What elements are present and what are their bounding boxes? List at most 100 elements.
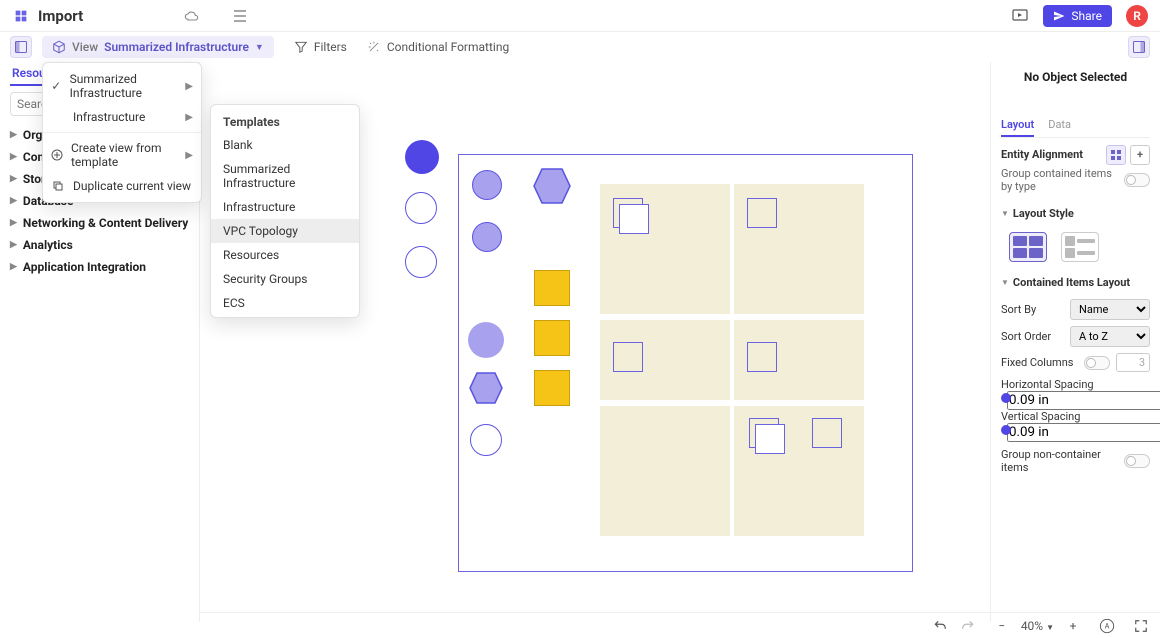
right-panel: No Object Selected Layout Data Entity Al… — [990, 62, 1160, 622]
template-summarized-infrastructure[interactable]: Summarized Infrastructure — [211, 157, 359, 195]
vertical-spacing-label: Vertical Spacing — [1001, 410, 1080, 423]
templates-dropdown: Templates Blank Summarized Infrastructur… — [210, 104, 360, 318]
filters-button[interactable]: Filters — [294, 40, 347, 54]
chevron-right-icon: ▶ — [10, 240, 17, 250]
category-networking[interactable]: ▶Networking & Content Delivery — [10, 212, 189, 234]
vertical-spacing-input[interactable] — [1007, 423, 1160, 442]
template-resources[interactable]: Resources — [211, 243, 359, 267]
create-view-from-template[interactable]: Create view from template ▶ — [43, 136, 201, 174]
zoom-in-button[interactable]: + — [1064, 617, 1082, 635]
menu-separator — [43, 132, 201, 133]
sort-order-select[interactable]: A to Z — [1070, 326, 1150, 347]
category-analytics[interactable]: ▶Analytics — [10, 234, 189, 256]
templates-header: Templates — [211, 107, 359, 133]
chevron-right-icon: ▶ — [10, 262, 17, 272]
undo-button[interactable] — [931, 617, 949, 635]
shape-square[interactable] — [755, 424, 785, 454]
view-option-summarized[interactable]: ✓ Summarized Infrastructure ▶ — [43, 67, 201, 105]
tab-data[interactable]: Data — [1048, 114, 1071, 137]
svg-text:A: A — [1105, 621, 1110, 630]
shape-square[interactable] — [534, 320, 570, 356]
shape-circle[interactable] — [468, 322, 504, 358]
template-infrastructure[interactable]: Infrastructure — [211, 195, 359, 219]
shape-square[interactable] — [613, 342, 643, 372]
shape-circle[interactable] — [472, 170, 502, 200]
shape-circle[interactable] — [405, 192, 437, 224]
triangle-down-icon: ▼ — [1001, 278, 1009, 287]
group-by-type-label: Group contained items by type — [1001, 167, 1118, 193]
template-vpc-topology[interactable]: VPC Topology — [211, 219, 359, 243]
view-option-infrastructure[interactable]: Infrastructure ▶ — [43, 105, 201, 129]
conditional-formatting-button[interactable]: Conditional Formatting — [367, 40, 509, 54]
tab-layout[interactable]: Layout — [1001, 114, 1034, 137]
zoom-out-button[interactable]: − — [993, 617, 1011, 635]
shape-square[interactable] — [747, 198, 777, 228]
no-object-label: No Object Selected — [1001, 70, 1150, 84]
view-selector[interactable]: View Summarized Infrastructure ▼ — [42, 36, 274, 58]
cube-icon — [52, 40, 66, 54]
chevron-down-icon: ▼ — [255, 42, 264, 53]
shape-circle[interactable] — [405, 140, 439, 174]
paper-plane-icon — [1053, 10, 1065, 22]
chevron-right-icon: ▶ — [185, 150, 193, 161]
hamburger-icon[interactable] — [231, 7, 249, 25]
cloud-sync-icon[interactable] — [183, 7, 201, 25]
left-panel-toggle[interactable] — [10, 36, 32, 58]
presentation-icon[interactable] — [1011, 7, 1029, 25]
shape-square[interactable] — [534, 270, 570, 306]
toolbar: View Summarized Infrastructure ▼ Filters… — [0, 32, 1160, 62]
chevron-right-icon: ▶ — [185, 81, 193, 92]
sort-by-select[interactable]: Name — [1070, 299, 1150, 320]
fullscreen-button[interactable] — [1132, 617, 1150, 635]
template-blank[interactable]: Blank — [211, 133, 359, 157]
layout-style-list[interactable] — [1061, 232, 1099, 262]
chevron-right-icon: ▶ — [185, 112, 193, 123]
group-non-container-toggle[interactable]: × — [1124, 454, 1150, 468]
wand-icon — [367, 40, 381, 54]
align-grid-button[interactable] — [1106, 145, 1126, 165]
entity-alignment-label: Entity Alignment — [1001, 148, 1083, 161]
right-panel-toggle[interactable] — [1128, 36, 1150, 58]
avatar[interactable]: R — [1126, 5, 1148, 27]
horizontal-spacing-input[interactable] — [1007, 391, 1160, 410]
shape-square[interactable] — [534, 370, 570, 406]
chevron-right-icon: ▶ — [10, 218, 17, 228]
duplicate-current-view[interactable]: Duplicate current view — [43, 174, 201, 198]
shape-circle[interactable] — [472, 222, 502, 252]
template-security-groups[interactable]: Security Groups — [211, 267, 359, 291]
redo-button[interactable] — [959, 617, 977, 635]
group-non-container-label: Group non-container items — [1001, 448, 1124, 474]
shape-hexagon[interactable] — [532, 166, 572, 209]
shape-circle[interactable] — [470, 424, 502, 456]
sort-by-label: Sort By — [1001, 303, 1036, 316]
current-view-name: Summarized Infrastructure — [104, 40, 249, 54]
chevron-right-icon: ▶ — [10, 152, 17, 162]
zoom-level[interactable]: 40% ▼ — [1021, 619, 1054, 633]
sort-order-label: Sort Order — [1001, 330, 1051, 343]
shape-square[interactable] — [619, 204, 649, 234]
shape-square[interactable] — [812, 418, 842, 448]
shape-hexagon[interactable] — [468, 370, 504, 409]
copy-icon — [51, 180, 65, 192]
group-box[interactable] — [600, 406, 730, 536]
fixed-columns-input[interactable] — [1116, 353, 1150, 372]
share-label: Share — [1071, 9, 1102, 23]
brand-icon — [12, 7, 30, 25]
share-button[interactable]: Share — [1043, 5, 1112, 27]
shape-circle[interactable] — [405, 246, 437, 278]
add-alignment-button[interactable]: + — [1130, 145, 1150, 165]
layout-style-grid[interactable] — [1009, 232, 1047, 262]
plus-circle-icon — [51, 149, 63, 161]
category-application-integration[interactable]: ▶Application Integration — [10, 256, 189, 278]
fixed-columns-toggle[interactable]: × — [1084, 356, 1110, 370]
chevron-right-icon: ▶ — [10, 130, 17, 140]
shape-square[interactable] — [747, 342, 777, 372]
group-by-type-toggle[interactable]: × — [1124, 173, 1150, 187]
template-ecs[interactable]: ECS — [211, 291, 359, 315]
funnel-icon — [294, 40, 308, 54]
accessibility-button[interactable]: A — [1098, 617, 1116, 635]
chevron-right-icon: ▶ — [10, 196, 17, 206]
horizontal-spacing-label: Horizontal Spacing — [1001, 378, 1094, 391]
view-dropdown: ✓ Summarized Infrastructure ▶ Infrastruc… — [42, 62, 202, 203]
view-label: View — [72, 40, 98, 54]
